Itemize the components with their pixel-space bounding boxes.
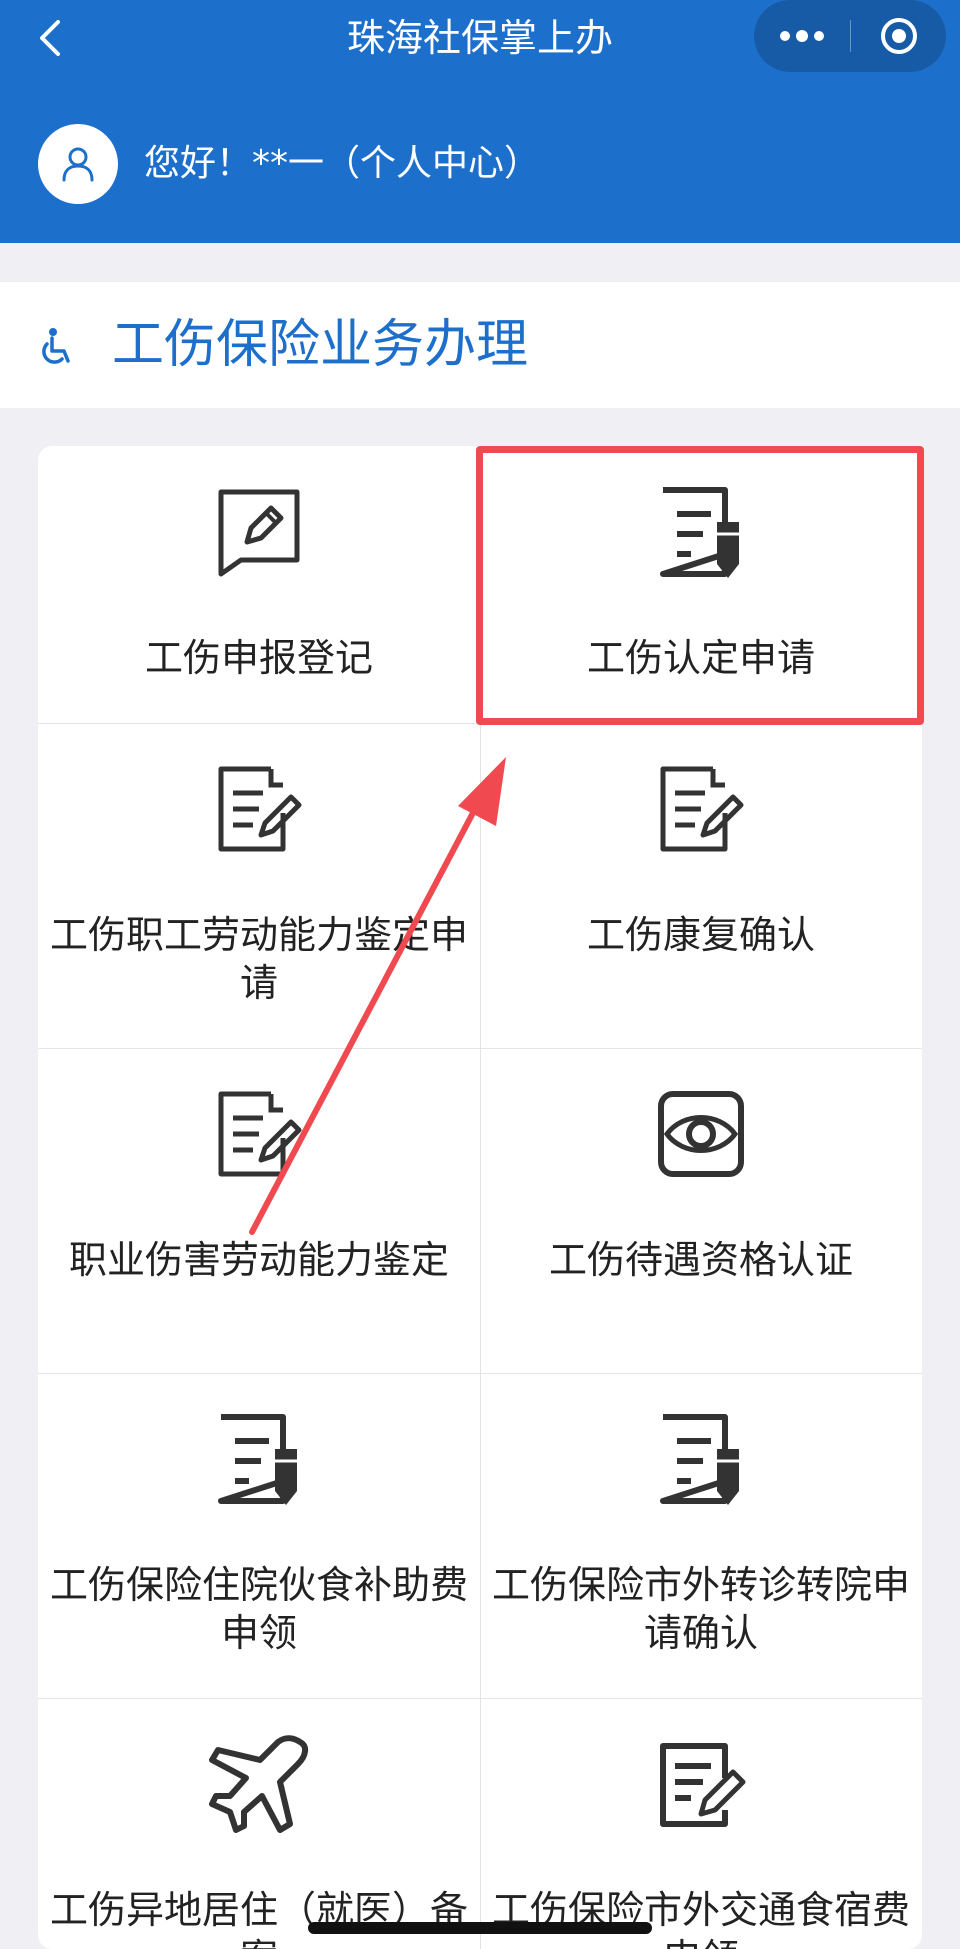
document-pen-icon [660,487,739,578]
service-label: 工伤待遇资格认证 [548,1238,853,1282]
mini-program-capsule [754,0,946,72]
service-grid: 工伤申报登记 工伤认定申请 工伤职工劳动能力鉴定申请 工伤康复确认 职业伤害劳动… [38,446,922,1949]
service-label: 工伤异地居住（就医）备案 [49,1888,468,1949]
service-rehab-confirmation[interactable]: 工伤康复确认 [480,723,922,1048]
service-label: 工伤职工劳动能力鉴定申请 [49,913,468,1005]
service-hospital-meal-subsidy[interactable]: 工伤保险住院伙食补助费申领 [38,1373,480,1698]
service-transport-lodging-fee[interactable]: 工伤保险市外交通食宿费申领 [480,1698,922,1949]
service-injury-recognition[interactable]: 工伤认定申请 [480,446,922,723]
document-edit-icon [218,1091,302,1177]
pencil-chat-icon [218,489,300,577]
section-header: 工伤保险业务办理 [0,282,960,408]
service-labor-capacity-appraisal[interactable]: 工伤职工劳动能力鉴定申请 [38,723,480,1048]
document-edit-icon [218,766,302,852]
document-sign-icon [660,1743,746,1827]
document-pen-icon [660,1414,739,1505]
service-work-injury-report[interactable]: 工伤申报登记 [38,446,480,723]
service-remote-residence-filing[interactable]: 工伤异地居住（就医）备案 [38,1698,480,1949]
service-label: 工伤保险住院伙食补助费申领 [49,1563,468,1655]
more-dots-icon [780,30,824,42]
eye-icon [658,1091,744,1177]
service-out-of-city-referral[interactable]: 工伤保险市外转诊转院申请确认 [480,1373,922,1698]
service-label: 工伤保险市外转诊转院申请确认 [491,1563,910,1655]
service-label: 工伤保险市外交通食宿费申领 [491,1888,910,1949]
home-indicator [308,1922,652,1934]
service-label: 工伤康复确认 [586,913,815,957]
wheelchair-icon [42,328,70,364]
service-benefit-qualification[interactable]: 工伤待遇资格认证 [480,1048,922,1373]
header-bar: 珠海社保掌上办 您好！**一（个人中心） [0,0,960,243]
more-button[interactable] [754,0,850,72]
service-occupational-injury-appraisal[interactable]: 职业伤害劳动能力鉴定 [38,1048,480,1373]
user-icon [62,147,94,182]
user-greeting-link[interactable]: 您好！**一（个人中心） [144,136,540,192]
service-label: 工伤认定申请 [586,636,815,680]
document-pen-icon [218,1414,297,1505]
service-label: 职业伤害劳动能力鉴定 [68,1238,449,1282]
section-title: 工伤保险业务办理 [112,315,529,375]
airplane-icon [209,1735,308,1833]
avatar[interactable] [38,124,118,204]
document-edit-icon [660,766,744,852]
close-button[interactable] [851,0,946,72]
service-label: 工伤申报登记 [144,636,373,680]
target-circle-icon [880,18,917,54]
